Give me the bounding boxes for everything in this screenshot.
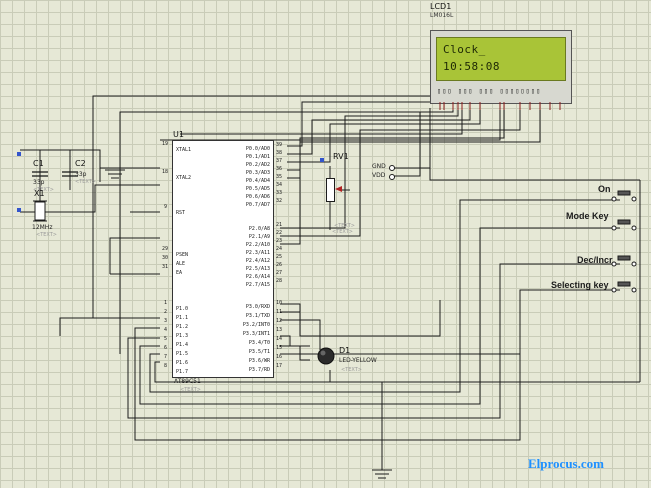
switch-dec-incr[interactable]: [611, 255, 637, 267]
brand-watermark: Elprocus.com: [528, 456, 604, 471]
key-switches: [611, 190, 637, 293]
switch-on[interactable]: [611, 190, 637, 202]
switch-selecting[interactable]: [611, 281, 637, 293]
switch-mode[interactable]: [611, 219, 637, 231]
